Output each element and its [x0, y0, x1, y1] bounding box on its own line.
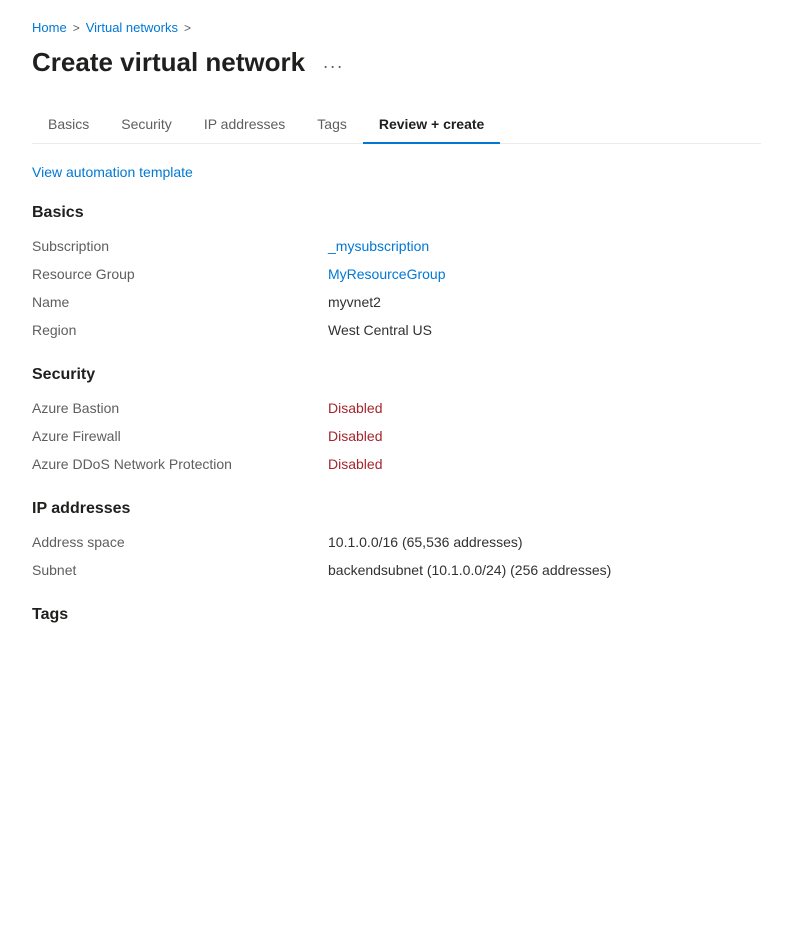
- subscription-label: Subscription: [32, 238, 312, 254]
- azure-firewall-label: Azure Firewall: [32, 428, 312, 444]
- tags-section: Tags: [32, 606, 761, 624]
- name-label: Name: [32, 294, 312, 310]
- page-title: Create virtual network: [32, 47, 305, 78]
- field-subnet: Subnet backendsubnet (10.1.0.0/24) (256 …: [32, 562, 761, 578]
- breadcrumb-separator-2: >: [184, 21, 191, 35]
- field-subscription: Subscription _mysubscription: [32, 238, 761, 254]
- azure-bastion-label: Azure Bastion: [32, 400, 312, 416]
- tab-basics[interactable]: Basics: [32, 106, 105, 144]
- basics-section-title: Basics: [32, 204, 761, 222]
- page-container: Home > Virtual networks > Create virtual…: [0, 0, 793, 692]
- field-resource-group: Resource Group MyResourceGroup: [32, 266, 761, 282]
- field-azure-ddos: Azure DDoS Network Protection Disabled: [32, 456, 761, 472]
- field-azure-firewall: Azure Firewall Disabled: [32, 428, 761, 444]
- tab-tags[interactable]: Tags: [301, 106, 363, 144]
- tab-review-create[interactable]: Review + create: [363, 106, 500, 144]
- field-name: Name myvnet2: [32, 294, 761, 310]
- more-options-button[interactable]: ...: [317, 50, 350, 75]
- security-section-title: Security: [32, 366, 761, 384]
- field-region: Region West Central US: [32, 322, 761, 338]
- name-value: myvnet2: [328, 294, 381, 310]
- azure-ddos-label: Azure DDoS Network Protection: [32, 456, 312, 472]
- address-space-label: Address space: [32, 534, 312, 550]
- tabs-nav: Basics Security IP addresses Tags Review…: [32, 106, 761, 144]
- tab-security[interactable]: Security: [105, 106, 188, 144]
- breadcrumb-home[interactable]: Home: [32, 20, 67, 35]
- resource-group-label: Resource Group: [32, 266, 312, 282]
- field-address-space: Address space 10.1.0.0/16 (65,536 addres…: [32, 534, 761, 550]
- security-section: Security Azure Bastion Disabled Azure Fi…: [32, 366, 761, 472]
- tab-ip-addresses[interactable]: IP addresses: [188, 106, 301, 144]
- subnet-label: Subnet: [32, 562, 312, 578]
- ip-addresses-section-title: IP addresses: [32, 500, 761, 518]
- azure-ddos-value: Disabled: [328, 456, 382, 472]
- breadcrumb-separator-1: >: [73, 21, 80, 35]
- basics-section: Basics Subscription _mysubscription Reso…: [32, 204, 761, 338]
- breadcrumb-virtual-networks[interactable]: Virtual networks: [86, 20, 178, 35]
- view-automation-template-link[interactable]: View automation template: [32, 164, 193, 180]
- azure-firewall-value: Disabled: [328, 428, 382, 444]
- breadcrumb: Home > Virtual networks >: [32, 20, 761, 35]
- region-value: West Central US: [328, 322, 432, 338]
- page-title-row: Create virtual network ...: [32, 47, 761, 78]
- ip-addresses-section: IP addresses Address space 10.1.0.0/16 (…: [32, 500, 761, 578]
- field-azure-bastion: Azure Bastion Disabled: [32, 400, 761, 416]
- subscription-value: _mysubscription: [328, 238, 429, 254]
- address-space-value: 10.1.0.0/16 (65,536 addresses): [328, 534, 523, 550]
- azure-bastion-value: Disabled: [328, 400, 382, 416]
- region-label: Region: [32, 322, 312, 338]
- resource-group-value: MyResourceGroup: [328, 266, 446, 282]
- subnet-value: backendsubnet (10.1.0.0/24) (256 address…: [328, 562, 611, 578]
- tags-section-title: Tags: [32, 606, 761, 624]
